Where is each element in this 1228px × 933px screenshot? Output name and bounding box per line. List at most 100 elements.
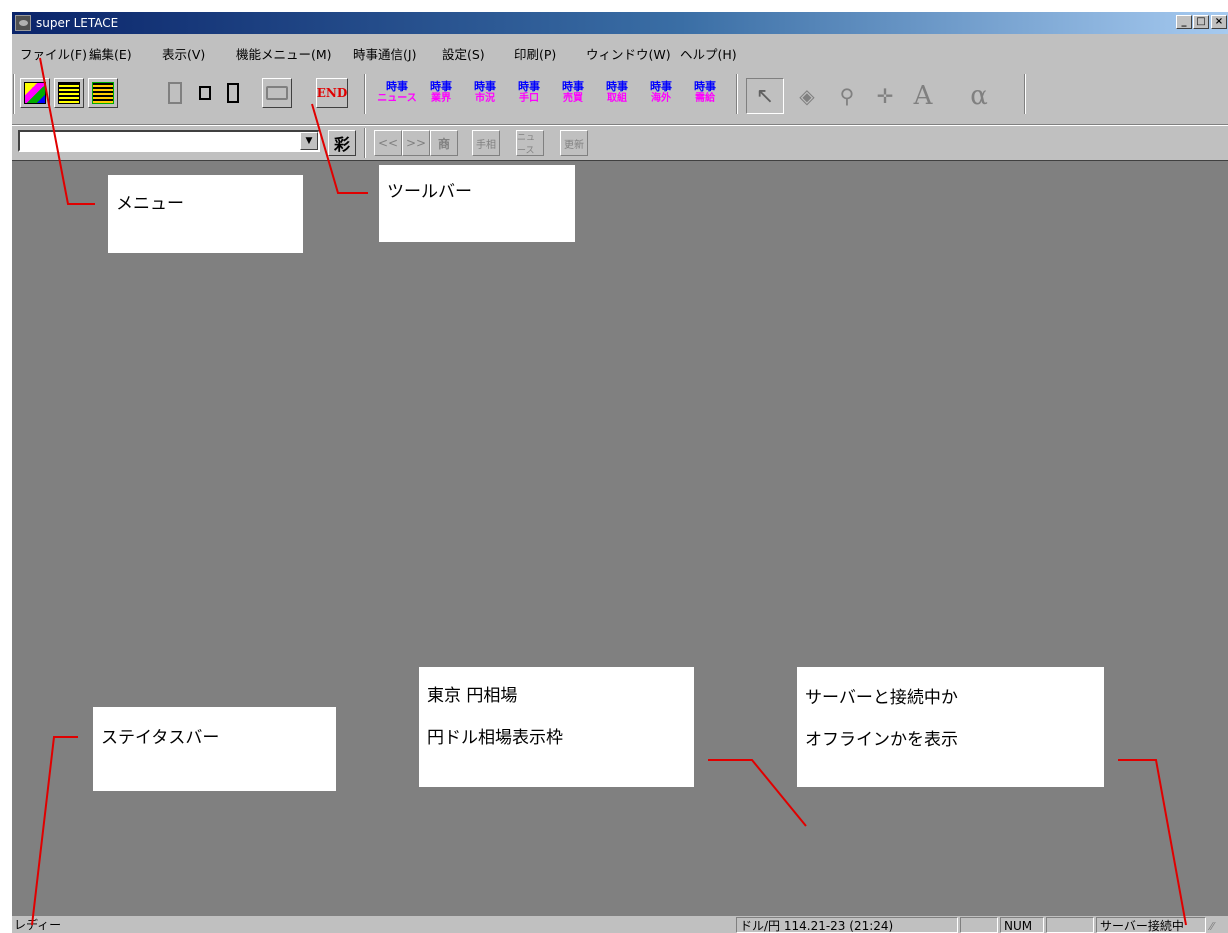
callout-rate: 東京 円相場 円ドル相場表示枠 — [419, 667, 694, 787]
jiji-label: 時事 — [650, 80, 672, 93]
num-lock-indicator: NUM — [1000, 917, 1044, 933]
jiji-sublabel: 需給 — [695, 93, 715, 104]
callout-rate-line2: 円ドル相場表示枠 — [427, 728, 563, 748]
chevron-down-icon[interactable]: ▼ — [300, 132, 318, 150]
computer-icon — [227, 83, 239, 103]
toolbar-divider — [1024, 74, 1026, 114]
jiji-label: 時事 — [430, 80, 452, 93]
refresh-button[interactable]: 更新 — [560, 130, 588, 156]
callout-rate-line1: 東京 円相場 — [427, 686, 518, 706]
jiji-label: 時事 — [606, 80, 628, 93]
product-button[interactable]: 商 — [430, 130, 458, 156]
callout-server-line1: サーバーと接続中か — [805, 688, 958, 708]
toolbar-row-divider — [12, 124, 1228, 126]
minimize-button[interactable]: _ — [1176, 15, 1192, 29]
news-window-button[interactable] — [54, 78, 84, 108]
document-icon — [58, 82, 80, 104]
toolbar-grip — [736, 74, 738, 114]
menu-help[interactable]: ヘルプ(H) — [680, 47, 737, 63]
menu-jiji[interactable]: 時事通信(J) — [353, 47, 416, 63]
document-icon — [92, 82, 114, 104]
pin-cursor-icon: ⚲ — [839, 84, 855, 108]
end-icon: END — [316, 86, 348, 100]
print-button[interactable] — [262, 78, 292, 108]
font-icon: A — [913, 81, 933, 111]
news-button[interactable]: ニュース — [516, 130, 544, 156]
jiji-sublabel: ニュース — [377, 93, 417, 104]
jiji-sublabel: 業界 — [431, 93, 451, 104]
end-button[interactable]: END — [316, 78, 348, 108]
status-pane-empty — [960, 917, 998, 933]
alpha-tool-button[interactable]: α — [960, 78, 998, 114]
callout-statusbar-text: ステイタスバー — [101, 728, 220, 748]
connect-button[interactable] — [160, 78, 190, 108]
jiji-market-button[interactable]: 時事 市況 — [464, 78, 506, 108]
menu-window[interactable]: ウィンドウ(W) — [586, 47, 671, 63]
jiji-label: 時事 — [474, 80, 496, 93]
callout-statusbar: ステイタスバー — [93, 707, 336, 791]
chart-icon — [24, 82, 46, 104]
eye-cursor-icon: ◈ — [799, 84, 815, 108]
view-tool-button[interactable]: ◈ — [788, 78, 826, 114]
title-bar[interactable]: super LETACE _ □ × — [12, 12, 1228, 34]
symbol-combo[interactable]: ▼ — [18, 130, 320, 152]
jiji-label: 時事 — [562, 80, 584, 93]
menu-bar: ファイル(F) 編集(E) 表示(V) 機能メニュー(M) 時事通信(J) 設定… — [12, 44, 1228, 66]
callout-menu: メニュー — [108, 175, 303, 253]
connection-status: サーバー接続中 — [1096, 917, 1206, 933]
chart-button[interactable] — [20, 78, 50, 108]
next-button[interactable]: >> — [402, 130, 430, 156]
crosshair-icon: ✛ — [876, 84, 894, 108]
computer-icon — [199, 86, 211, 100]
window-title: super LETACE — [36, 16, 119, 30]
brand-button[interactable]: 彩 — [328, 130, 356, 156]
callout-server: サーバーと接続中か オフラインかを表示 — [797, 667, 1104, 787]
text-tool-button[interactable]: A — [904, 78, 942, 114]
jiji-torikumi-button[interactable]: 時事 取組 — [596, 78, 638, 108]
jiji-sublabel: 取組 — [607, 93, 627, 104]
maximize-button[interactable]: □ — [1193, 15, 1209, 29]
prev-button[interactable]: << — [374, 130, 402, 156]
menu-print[interactable]: 印刷(P) — [514, 47, 556, 63]
mdi-client-area[interactable] — [12, 160, 1228, 916]
connect-button-2[interactable] — [190, 78, 220, 108]
menu-view[interactable]: 表示(V) — [162, 47, 205, 63]
server-icon — [168, 82, 182, 104]
jiji-trading-button[interactable]: 時事 売買 — [552, 78, 594, 108]
market-window-button[interactable] — [88, 78, 118, 108]
crosshair-tool-button[interactable]: ✛ — [866, 78, 904, 114]
status-pane-empty — [1046, 917, 1094, 933]
jiji-news-button[interactable]: 時事 ニュース — [376, 78, 418, 108]
jiji-sublabel: 手口 — [519, 93, 539, 104]
jiji-sublabel: 市況 — [475, 93, 495, 104]
app-window: super LETACE _ □ × ファイル(F) 編集(E) 表示(V) 機… — [12, 12, 1228, 933]
marker-tool-button[interactable]: ⚲ — [828, 78, 866, 114]
hand-button[interactable]: 手相 — [472, 130, 500, 156]
select-tool-button[interactable]: ↖ — [746, 78, 784, 114]
callout-toolbar-text: ツールバー — [387, 182, 472, 202]
callout-menu-text: メニュー — [116, 194, 184, 214]
jiji-overseas-button[interactable]: 時事 海外 — [640, 78, 682, 108]
menu-edit[interactable]: 編集(E) — [89, 47, 132, 63]
jiji-label: 時事 — [518, 80, 540, 93]
jiji-sublabel: 売買 — [563, 93, 583, 104]
status-bar: レディー ドル/円 114.21-23 (21:24) NUM サーバー接続中 … — [12, 917, 1228, 933]
callout-server-line2: オフラインかを表示 — [805, 730, 958, 750]
menu-settings[interactable]: 設定(S) — [442, 47, 485, 63]
app-icon[interactable] — [15, 15, 31, 31]
jiji-label: 時事 — [694, 80, 716, 93]
arrow-cursor-icon: ↖ — [755, 83, 775, 109]
disconnect-button[interactable] — [218, 78, 248, 108]
jiji-industry-button[interactable]: 時事 業界 — [420, 78, 462, 108]
jiji-supply-button[interactable]: 時事 需給 — [684, 78, 726, 108]
menu-file[interactable]: ファイル(F) — [20, 47, 87, 63]
toolbar-grip — [364, 74, 366, 114]
jiji-label: 時事 — [386, 80, 408, 93]
jiji-teguchi-button[interactable]: 時事 手口 — [508, 78, 550, 108]
jiji-sublabel: 海外 — [651, 93, 671, 104]
resize-grip-icon[interactable]: ⁄⁄ — [1210, 919, 1214, 933]
brand-icon: 彩 — [333, 135, 350, 154]
menu-functions[interactable]: 機能メニュー(M) — [236, 47, 332, 63]
close-button[interactable]: × — [1211, 15, 1227, 29]
status-ready: レディー — [14, 918, 62, 932]
